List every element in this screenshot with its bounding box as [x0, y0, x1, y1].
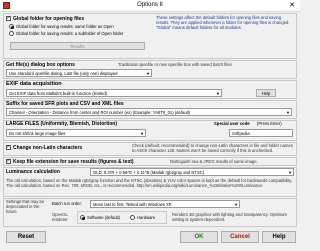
chevron-down-icon: ▼ [288, 170, 292, 175]
dialog-options-select[interactable]: Use standard openfile dialog. Last file … [6, 69, 152, 77]
opengl-note: Renders 3D graphics with lighting and tr… [172, 212, 287, 222]
radio-subfolder-label: Global folder for saving results: a subf… [16, 31, 124, 36]
radio-same-folder-label: Global folder for saving results: same f… [16, 24, 114, 29]
keep-ext-checkbox[interactable]: ✓ [6, 159, 11, 164]
exif-heading: EXIF data acquisition [6, 81, 62, 87]
depreciated-note: Settings that may be depreciated in the … [6, 199, 45, 214]
suffix-value: Channel - Orientation - Distance from ce… [9, 110, 191, 115]
keep-ext-note: Distinguish raw & JPEG results of same i… [170, 159, 258, 164]
change-latin-note: Check (default; recommended) to change n… [132, 143, 293, 153]
change-latin-checkbox[interactable]: ✓ [6, 145, 11, 150]
global-folder-checkbox[interactable]: ✓ [6, 16, 11, 21]
results-button[interactable]: Results [10, 42, 145, 50]
luminance-note: The old calculation, based on the Matlab… [6, 178, 293, 188]
special-code-label: Special user code [214, 121, 250, 126]
exif-help-button[interactable]: Help [256, 89, 276, 97]
radio-opengl-software[interactable] [80, 215, 85, 220]
window-close-button[interactable]: ✕ [287, 1, 297, 10]
dialog-options-note: Traditional openfile or new openfile box… [118, 62, 232, 67]
special-code-input[interactable]: Softpedia [229, 129, 293, 137]
batch-order-label: Batch run order: [52, 201, 83, 206]
large-files-heading: LARGE FILES (Uniformity, Blemish, Distor… [6, 121, 118, 127]
radio-same-folder[interactable] [9, 24, 14, 29]
opengl-label: OpenGL renderer [52, 212, 68, 222]
large-files-select[interactable]: Do not shrink large image files ▼ [6, 129, 146, 137]
chevron-down-icon: ▼ [140, 131, 144, 136]
keep-ext-label: Keep file extension for save results (fi… [13, 159, 134, 165]
exif-select[interactable]: Get EXIF data from Matlab's built-in fun… [6, 89, 222, 97]
press-enter-label: (Press Enter) [257, 121, 282, 126]
radio-opengl-hardware-label: Hardware [137, 215, 156, 220]
help-button[interactable]: Help [262, 231, 296, 243]
luminance-value: OLD: 0.3*R + 0.59*G + 0.11*B (Matlab rgb… [93, 170, 205, 175]
global-folder-note: These settings affect the default folder… [156, 15, 290, 30]
dialog-options-value: Use standard openfile dialog. Last file … [9, 71, 118, 76]
radio-subfolder[interactable] [9, 31, 14, 36]
suffix-select[interactable]: Channel - Orientation - Distance from ce… [6, 108, 292, 116]
exif-value: Get EXIF data from Matlab's built-in fun… [9, 91, 108, 96]
luminance-heading: Luminance calculation [6, 169, 60, 175]
chevron-down-icon: ▼ [234, 202, 238, 207]
dialog-options-heading: Get file(s) dialog box options [6, 62, 75, 68]
window-title: Options II [137, 2, 163, 8]
chevron-down-icon: ▼ [146, 71, 150, 76]
cancel-button[interactable]: Cancel [221, 231, 259, 243]
ok-button[interactable]: OK [180, 231, 218, 243]
change-latin-label: Change non-Latin characters [13, 145, 83, 151]
global-folder-label: Global folder for opening files [13, 16, 85, 22]
batch-order-select[interactable]: Move last to first. Tested with Windows … [90, 200, 240, 208]
luminance-select[interactable]: OLD: 0.3*R + 0.59*G + 0.11*B (Matlab rgb… [90, 168, 294, 176]
radio-opengl-software-label: Software (default) [87, 215, 121, 220]
reset-button[interactable]: Reset [6, 231, 46, 243]
chevron-down-icon: ▼ [216, 91, 220, 96]
batch-order-value: Move last to first. Tested with Windows … [93, 202, 173, 207]
chevron-down-icon: ▼ [286, 110, 290, 115]
suffix-heading: Suffix for saved SFR plots and CSV and X… [6, 101, 124, 107]
large-files-value: Do not shrink large image files [9, 131, 66, 136]
radio-opengl-hardware[interactable] [130, 215, 135, 220]
